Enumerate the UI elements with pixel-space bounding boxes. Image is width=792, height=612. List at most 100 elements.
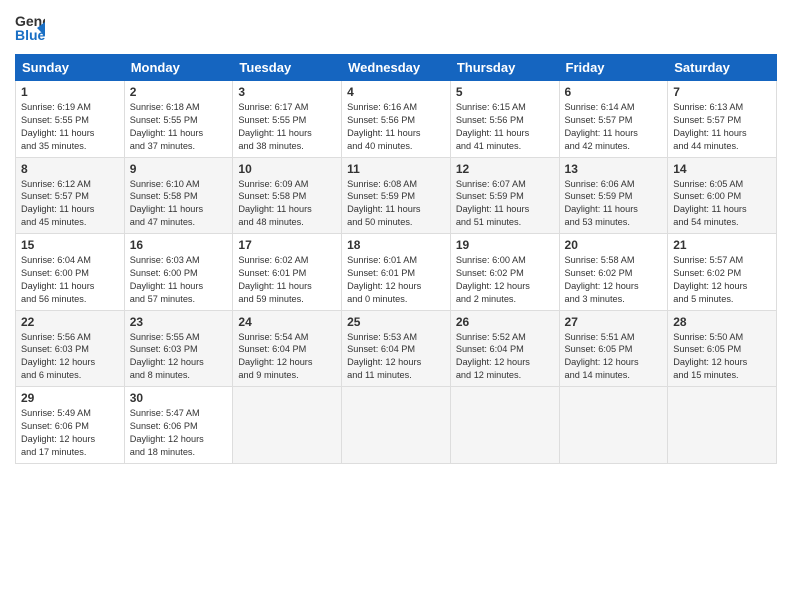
calendar-week-2: 8 Sunrise: 6:12 AM Sunset: 5:57 PM Daylig… (16, 157, 777, 234)
calendar-cell: 6 Sunrise: 6:14 AM Sunset: 5:57 PM Daylig… (559, 81, 668, 158)
day-info: Sunrise: 5:56 AM Sunset: 6:03 PM Dayligh… (21, 331, 119, 383)
day-info: Sunrise: 6:03 AM Sunset: 6:00 PM Dayligh… (130, 254, 228, 306)
day-info: Sunrise: 6:09 AM Sunset: 5:58 PM Dayligh… (238, 178, 336, 230)
calendar-cell: 14Sunrise: 6:05 AM Sunset: 6:00 PM Dayli… (668, 157, 777, 234)
header-row: SundayMondayTuesdayWednesdayThursdayFrid… (16, 55, 777, 81)
col-header-sunday: Sunday (16, 55, 125, 81)
calendar-week-1: 1 Sunrise: 6:19 AM Sunset: 5:55 PM Daylig… (16, 81, 777, 158)
day-number: 17 (238, 238, 336, 252)
day-info: Sunrise: 6:18 AM Sunset: 5:55 PM Dayligh… (130, 101, 228, 153)
day-number: 29 (21, 391, 119, 405)
logo: General Blue (15, 10, 45, 46)
day-number: 28 (673, 315, 771, 329)
day-info: Sunrise: 5:55 AM Sunset: 6:03 PM Dayligh… (130, 331, 228, 383)
calendar-cell: 22 Sunrise: 5:56 AM Sunset: 6:03 PM Dayli… (16, 310, 125, 387)
day-number: 5 (456, 85, 554, 99)
day-info: Sunrise: 6:05 AM Sunset: 6:00 PM Dayligh… (673, 178, 771, 230)
day-info: Sunrise: 5:49 AM Sunset: 6:06 PM Dayligh… (21, 407, 119, 459)
calendar-cell: 18 Sunrise: 6:01 AM Sunset: 6:01 PM Dayli… (342, 234, 451, 311)
calendar-cell (559, 387, 668, 464)
svg-text:Blue: Blue (15, 27, 45, 43)
day-info: Sunrise: 5:53 AM Sunset: 6:04 PM Dayligh… (347, 331, 445, 383)
day-number: 4 (347, 85, 445, 99)
calendar-cell: 15Sunrise: 6:04 AM Sunset: 6:00 PM Dayli… (16, 234, 125, 311)
day-number: 2 (130, 85, 228, 99)
day-number: 21 (673, 238, 771, 252)
day-info: Sunrise: 5:57 AM Sunset: 6:02 PM Dayligh… (673, 254, 771, 306)
calendar-cell: 23Sunrise: 5:55 AM Sunset: 6:03 PM Dayli… (124, 310, 233, 387)
day-number: 13 (565, 162, 663, 176)
calendar-cell: 11Sunrise: 6:08 AM Sunset: 5:59 PM Dayli… (342, 157, 451, 234)
calendar-cell: 26Sunrise: 5:52 AM Sunset: 6:04 PM Dayli… (450, 310, 559, 387)
calendar-cell: 20 Sunrise: 5:58 AM Sunset: 6:02 PM Dayli… (559, 234, 668, 311)
day-info: Sunrise: 5:54 AM Sunset: 6:04 PM Dayligh… (238, 331, 336, 383)
day-number: 8 (21, 162, 119, 176)
calendar-cell: 24 Sunrise: 5:54 AM Sunset: 6:04 PM Dayli… (233, 310, 342, 387)
calendar-table: SundayMondayTuesdayWednesdayThursdayFrid… (15, 54, 777, 464)
day-number: 9 (130, 162, 228, 176)
calendar-cell (233, 387, 342, 464)
calendar-cell: 16 Sunrise: 6:03 AM Sunset: 6:00 PM Dayli… (124, 234, 233, 311)
day-number: 12 (456, 162, 554, 176)
calendar-cell: 25 Sunrise: 5:53 AM Sunset: 6:04 PM Dayli… (342, 310, 451, 387)
day-info: Sunrise: 5:51 AM Sunset: 6:05 PM Dayligh… (565, 331, 663, 383)
calendar-week-4: 22 Sunrise: 5:56 AM Sunset: 6:03 PM Dayli… (16, 310, 777, 387)
col-header-monday: Monday (124, 55, 233, 81)
day-info: Sunrise: 6:10 AM Sunset: 5:58 PM Dayligh… (130, 178, 228, 230)
page: General Blue SundayMondayTuesdayWednesda… (0, 0, 792, 612)
day-number: 16 (130, 238, 228, 252)
day-number: 18 (347, 238, 445, 252)
day-info: Sunrise: 5:47 AM Sunset: 6:06 PM Dayligh… (130, 407, 228, 459)
calendar-cell: 8 Sunrise: 6:12 AM Sunset: 5:57 PM Daylig… (16, 157, 125, 234)
col-header-friday: Friday (559, 55, 668, 81)
day-info: Sunrise: 6:02 AM Sunset: 6:01 PM Dayligh… (238, 254, 336, 306)
calendar-cell (668, 387, 777, 464)
day-info: Sunrise: 6:00 AM Sunset: 6:02 PM Dayligh… (456, 254, 554, 306)
calendar-cell: 12Sunrise: 6:07 AM Sunset: 5:59 PM Dayli… (450, 157, 559, 234)
col-header-wednesday: Wednesday (342, 55, 451, 81)
calendar-cell: 1 Sunrise: 6:19 AM Sunset: 5:55 PM Daylig… (16, 81, 125, 158)
logo-svg: General Blue (15, 10, 45, 46)
day-number: 19 (456, 238, 554, 252)
calendar-cell: 4 Sunrise: 6:16 AM Sunset: 5:56 PM Daylig… (342, 81, 451, 158)
calendar-cell: 9 Sunrise: 6:10 AM Sunset: 5:58 PM Daylig… (124, 157, 233, 234)
calendar-cell: 21 Sunrise: 5:57 AM Sunset: 6:02 PM Dayli… (668, 234, 777, 311)
calendar-cell: 19 Sunrise: 6:00 AM Sunset: 6:02 PM Dayli… (450, 234, 559, 311)
day-number: 6 (565, 85, 663, 99)
day-number: 3 (238, 85, 336, 99)
day-info: Sunrise: 6:12 AM Sunset: 5:57 PM Dayligh… (21, 178, 119, 230)
calendar-cell: 30 Sunrise: 5:47 AM Sunset: 6:06 PM Dayli… (124, 387, 233, 464)
day-number: 1 (21, 85, 119, 99)
day-number: 7 (673, 85, 771, 99)
day-number: 27 (565, 315, 663, 329)
day-number: 24 (238, 315, 336, 329)
day-number: 30 (130, 391, 228, 405)
calendar-cell: 5Sunrise: 6:15 AM Sunset: 5:56 PM Daylig… (450, 81, 559, 158)
day-info: Sunrise: 5:50 AM Sunset: 6:05 PM Dayligh… (673, 331, 771, 383)
calendar-cell: 17 Sunrise: 6:02 AM Sunset: 6:01 PM Dayli… (233, 234, 342, 311)
day-number: 25 (347, 315, 445, 329)
calendar-cell: 10 Sunrise: 6:09 AM Sunset: 5:58 PM Dayli… (233, 157, 342, 234)
day-number: 20 (565, 238, 663, 252)
day-info: Sunrise: 6:16 AM Sunset: 5:56 PM Dayligh… (347, 101, 445, 153)
calendar-week-5: 29 Sunrise: 5:49 AM Sunset: 6:06 PM Dayli… (16, 387, 777, 464)
day-number: 22 (21, 315, 119, 329)
calendar-cell: 2 Sunrise: 6:18 AM Sunset: 5:55 PM Daylig… (124, 81, 233, 158)
day-number: 15 (21, 238, 119, 252)
calendar-cell (342, 387, 451, 464)
day-info: Sunrise: 6:19 AM Sunset: 5:55 PM Dayligh… (21, 101, 119, 153)
day-number: 10 (238, 162, 336, 176)
col-header-saturday: Saturday (668, 55, 777, 81)
calendar-cell: 29 Sunrise: 5:49 AM Sunset: 6:06 PM Dayli… (16, 387, 125, 464)
day-info: Sunrise: 6:14 AM Sunset: 5:57 PM Dayligh… (565, 101, 663, 153)
calendar-week-3: 15Sunrise: 6:04 AM Sunset: 6:00 PM Dayli… (16, 234, 777, 311)
col-header-tuesday: Tuesday (233, 55, 342, 81)
day-info: Sunrise: 6:01 AM Sunset: 6:01 PM Dayligh… (347, 254, 445, 306)
day-info: Sunrise: 6:08 AM Sunset: 5:59 PM Dayligh… (347, 178, 445, 230)
day-info: Sunrise: 6:17 AM Sunset: 5:55 PM Dayligh… (238, 101, 336, 153)
col-header-thursday: Thursday (450, 55, 559, 81)
day-info: Sunrise: 6:06 AM Sunset: 5:59 PM Dayligh… (565, 178, 663, 230)
calendar-cell: 27 Sunrise: 5:51 AM Sunset: 6:05 PM Dayli… (559, 310, 668, 387)
day-info: Sunrise: 6:13 AM Sunset: 5:57 PM Dayligh… (673, 101, 771, 153)
day-info: Sunrise: 5:58 AM Sunset: 6:02 PM Dayligh… (565, 254, 663, 306)
